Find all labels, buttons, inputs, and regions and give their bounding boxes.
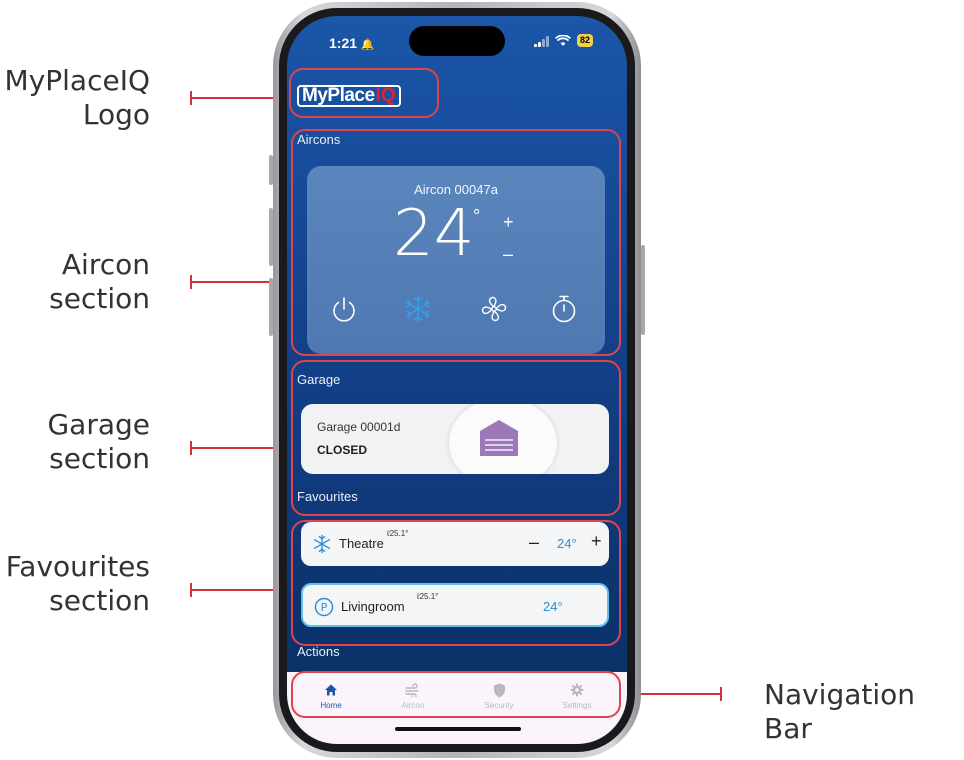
- favourite-name: Theatre: [339, 536, 384, 551]
- aircon-set-temp: 24: [393, 197, 475, 271]
- favourite-current-temp: ℓ25.1°: [417, 592, 438, 601]
- nav-settings[interactable]: Settings: [547, 682, 607, 710]
- callout-navigation-tick: [720, 687, 722, 701]
- logo-mark: MyPlace IQ: [297, 85, 401, 107]
- favourite-item-livingroom[interactable]: P Livingroom ℓ25.1° 24°: [301, 583, 609, 627]
- battery-icon: 82: [576, 34, 593, 47]
- aircon-card[interactable]: Aircon 00047a 24 ° + –: [307, 166, 605, 354]
- p-circle-icon: P: [313, 596, 335, 618]
- favourite-item-theatre[interactable]: Theatre ℓ25.1° – 24° +: [301, 522, 609, 566]
- aircons-section-title: Aircons: [297, 132, 341, 147]
- nav-home[interactable]: Home: [301, 682, 361, 710]
- myplaceiq-logo: MyPlace IQ: [297, 84, 401, 108]
- dynamic-island: [409, 26, 505, 56]
- timer-icon: [552, 295, 576, 323]
- power-icon: [333, 297, 355, 322]
- status-time: 1:21 🔔: [329, 35, 375, 51]
- garage-section-title: Garage: [297, 372, 341, 387]
- nav-security-label: Security: [484, 701, 514, 710]
- callout-garage-line2: section: [49, 442, 150, 475]
- favourite-set-temp: 24°: [557, 536, 577, 551]
- navigation-bar: Home Aircon Security Settings: [287, 672, 627, 744]
- favourite-current-temp-value: 25.1°: [389, 529, 409, 538]
- callout-logo-label: MyPlaceIQ Logo: [0, 64, 150, 132]
- aircon-degree-symbol: °: [473, 206, 481, 226]
- fan-icon: [481, 296, 507, 322]
- shield-icon: [493, 683, 505, 697]
- snowflake-icon: [405, 295, 431, 323]
- aircon-cool-mode-button[interactable]: [401, 292, 435, 326]
- logo-brand-text: MyPlace: [302, 85, 375, 106]
- status-icons: 82: [533, 34, 593, 47]
- garage-name: Garage 00001d: [317, 420, 401, 434]
- favourite-current-temp: ℓ25.1°: [387, 529, 408, 538]
- nav-settings-label: Settings: [562, 701, 592, 710]
- callout-favourites-label: Favourites section: [0, 550, 150, 618]
- callout-aircon-line1: Aircon: [61, 248, 150, 281]
- aircon-timer-button[interactable]: [547, 292, 581, 326]
- garage-door-icon[interactable]: [477, 416, 521, 458]
- callout-garage-line1: Garage: [47, 408, 150, 441]
- gear-icon: [570, 683, 584, 697]
- bell-slash-icon: 🔔: [360, 39, 375, 51]
- callout-logo-line1: MyPlaceIQ: [4, 64, 150, 97]
- svg-text:P: P: [321, 601, 328, 614]
- callout-garage-label: Garage section: [0, 408, 150, 476]
- aircon-temp-decrease-button[interactable]: –: [503, 244, 513, 265]
- aircon-power-button[interactable]: [327, 292, 361, 326]
- callout-favourites-line1: Favourites: [5, 550, 150, 583]
- callout-logo-line2: Logo: [82, 98, 150, 131]
- signal-icon: [533, 35, 549, 47]
- actions-section-title: Actions: [297, 644, 340, 659]
- favourite-temp-increase-button[interactable]: +: [591, 531, 602, 552]
- logo-iq-text: IQ: [375, 85, 396, 106]
- callout-aircon-label: Aircon section: [0, 248, 150, 316]
- wifi-icon: [554, 34, 571, 46]
- callout-aircon-line2: section: [49, 282, 150, 315]
- garage-card[interactable]: Garage 00001d CLOSED: [301, 404, 609, 474]
- callout-navigation-label: Navigation Bar: [764, 678, 964, 746]
- callout-favourites-line2: section: [49, 584, 150, 617]
- aircon-temp-increase-button[interactable]: +: [503, 212, 514, 233]
- phone-power-button: [641, 245, 645, 335]
- app-screen: 1:21 🔔 82 MyPlace IQ Aircons Aircon 00047…: [287, 16, 627, 744]
- favourite-name: Livingroom: [341, 599, 405, 614]
- favourite-temp-decrease-button[interactable]: –: [529, 532, 539, 553]
- callout-navigation-line1: Navigation Bar: [764, 678, 916, 745]
- favourite-current-temp-value: 25.1°: [419, 592, 439, 601]
- nav-home-label: Home: [320, 701, 342, 710]
- snowflake-icon: [311, 533, 333, 555]
- aircon-unit-name: Aircon 00047a: [414, 182, 498, 197]
- favourites-section-title: Favourites: [297, 489, 358, 504]
- home-indicator[interactable]: [395, 727, 521, 731]
- nav-aircon[interactable]: Aircon: [383, 682, 443, 710]
- home-icon: [325, 684, 337, 696]
- nav-security[interactable]: Security: [469, 682, 529, 710]
- aircon-fan-button[interactable]: [477, 292, 511, 326]
- favourite-set-temp: 24°: [543, 599, 563, 614]
- nav-aircon-label: Aircon: [401, 701, 425, 710]
- garage-status: CLOSED: [317, 443, 368, 457]
- status-time-text: 1:21: [329, 35, 358, 51]
- wind-icon: [405, 683, 419, 697]
